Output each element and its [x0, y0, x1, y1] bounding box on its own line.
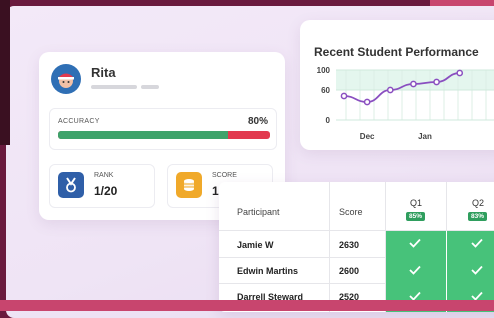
score-header: Score — [339, 207, 363, 217]
q1-header: Q1 — [410, 198, 423, 208]
x-tick-label: Jan — [418, 132, 432, 141]
accuracy-bar-fill — [58, 131, 228, 139]
check-icon — [471, 265, 483, 275]
table-row-score: 2630 — [339, 240, 360, 250]
q2-badge: 83% — [468, 212, 488, 221]
background-edge — [0, 300, 494, 311]
column-divider — [446, 182, 447, 230]
row-divider — [219, 257, 385, 258]
performance-line-chart: 100 60 0 Dec Jan — [317, 66, 494, 141]
rank-stat: RANK 1/20 — [49, 164, 155, 208]
rank-label: RANK — [94, 172, 114, 179]
medal-icon — [58, 172, 84, 198]
y-tick-label: 60 — [321, 86, 330, 95]
accuracy-value: 80% — [247, 116, 268, 127]
performance-chart-card: Recent Student Performance 100 60 0 Dec Jan — [300, 20, 494, 150]
dashboard-frame: Rita ACCURACY 80% RANK 1/20 SCORE Recent… — [6, 6, 494, 318]
check-icon — [471, 238, 483, 248]
placeholder-line — [91, 85, 137, 89]
check-icon — [409, 265, 421, 275]
accuracy-label: ACCURACY — [58, 118, 100, 125]
y-tick-label: 0 — [326, 116, 331, 125]
row-divider — [219, 230, 494, 231]
data-point — [410, 80, 417, 88]
student-avatar-icon — [58, 73, 74, 88]
background-edge — [0, 0, 10, 145]
avatar — [51, 64, 81, 94]
background-edge — [430, 0, 494, 6]
rank-value: 1/20 — [94, 184, 118, 198]
chart-title: Recent Student Performance — [314, 45, 479, 59]
y-tick-label: 100 — [317, 66, 331, 75]
accuracy-panel: ACCURACY 80% — [49, 108, 277, 150]
q1-badge: 85% — [406, 212, 426, 221]
data-point — [363, 98, 371, 106]
data-point — [433, 78, 440, 86]
table-row-name: Edwin Martins — [237, 266, 299, 276]
accuracy-bar — [58, 131, 270, 139]
participant-header: Participant — [237, 207, 280, 217]
table-row-score: 2600 — [339, 266, 360, 276]
student-name: Rita — [91, 65, 116, 80]
data-point — [386, 86, 394, 94]
placeholder-line — [141, 85, 159, 89]
results-table: Participant Score Q1 85% Q2 83% Jamie W … — [219, 182, 494, 312]
table-row-name: Jamie W — [237, 240, 274, 250]
coins-icon — [176, 172, 202, 198]
column-divider — [385, 182, 386, 312]
data-point — [340, 92, 348, 100]
check-icon — [409, 238, 421, 248]
row-divider — [219, 283, 385, 284]
column-divider — [329, 182, 330, 312]
x-tick-label: Dec — [360, 132, 375, 141]
score-label: SCORE — [212, 172, 237, 179]
data-point — [456, 69, 464, 77]
q2-header: Q2 — [472, 198, 485, 208]
